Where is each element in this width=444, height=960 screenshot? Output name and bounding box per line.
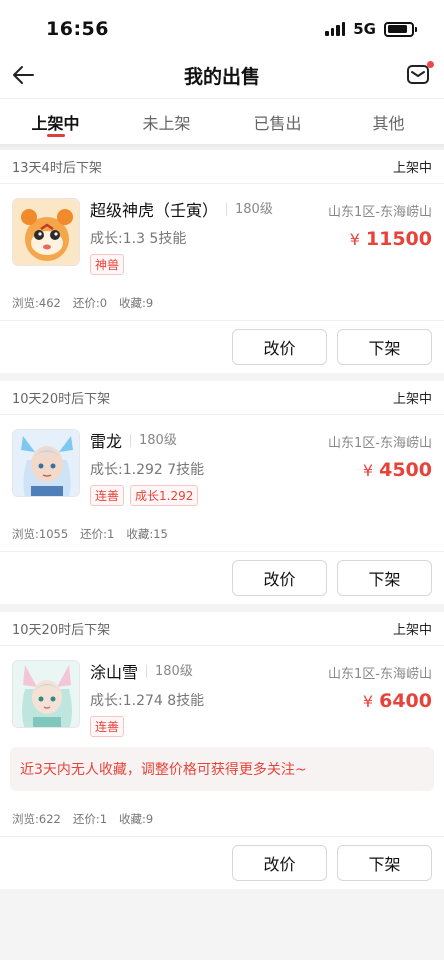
listing-info: 超级神虎（壬寅） 180级 山东1区-东海崂山 成长:1.3 5技能 ¥1150… bbox=[90, 198, 432, 275]
listing-item[interactable]: 超级神虎（壬寅） 180级 山东1区-东海崂山 成长:1.3 5技能 ¥1150… bbox=[0, 184, 444, 275]
listing-card: 10天20时后下架 上架中 雷龙 180级 山东1区-东海崂山 成长:1.292… bbox=[0, 381, 444, 604]
tab-other[interactable]: 其他 bbox=[333, 99, 444, 144]
listing-actions: 改价 下架 bbox=[0, 321, 444, 373]
tag: 连善 bbox=[90, 716, 125, 737]
favorite-count: 收藏:15 bbox=[126, 526, 168, 541]
listing-status: 上架中 bbox=[392, 161, 432, 176]
listing-item[interactable]: 雷龙 180级 山东1区-东海崂山 成长:1.292 7技能 ¥4500 连善 … bbox=[0, 415, 444, 506]
tag-list: 神兽 bbox=[90, 254, 432, 275]
back-button[interactable] bbox=[8, 60, 38, 90]
tag-list: 连善 bbox=[90, 716, 432, 737]
listing-status: 上架中 bbox=[392, 623, 432, 638]
pet-thumbnail bbox=[12, 429, 80, 497]
currency-symbol: ¥ bbox=[349, 230, 360, 249]
pet-name: 雷龙 bbox=[90, 432, 123, 451]
delist-countdown: 13天4时后下架 bbox=[12, 161, 102, 176]
pet-level: 180级 bbox=[146, 664, 193, 678]
tab-not-listed[interactable]: 未上架 bbox=[111, 99, 222, 144]
view-count: 浏览:622 bbox=[12, 811, 61, 826]
bargain-count: 还价:1 bbox=[72, 811, 108, 826]
delist-button[interactable]: 下架 bbox=[337, 560, 432, 596]
listing-item[interactable]: 涂山雪 180级 山东1区-东海崂山 成长:1.274 8技能 ¥6400 连善 bbox=[0, 646, 444, 737]
tag-list: 连善 成长1.292 bbox=[90, 485, 432, 506]
page-title: 我的出售 bbox=[183, 66, 260, 88]
tab-label: 已售出 bbox=[253, 114, 302, 133]
currency-symbol: ¥ bbox=[362, 692, 374, 711]
tab-label: 其他 bbox=[372, 114, 405, 133]
listing-status: 上架中 bbox=[392, 392, 432, 407]
listing-info: 涂山雪 180级 山东1区-东海崂山 成长:1.274 8技能 ¥6400 连善 bbox=[90, 660, 432, 737]
currency-symbol: ¥ bbox=[362, 461, 374, 480]
dragon-pet-image bbox=[13, 430, 79, 496]
pet-thumbnail bbox=[12, 660, 80, 728]
server-name: 山东1区-东海崂山 bbox=[328, 436, 432, 451]
listing-header: 10天20时后下架 上架中 bbox=[0, 381, 444, 415]
change-price-button[interactable]: 改价 bbox=[232, 560, 327, 596]
network-label: 5G bbox=[353, 20, 376, 38]
unread-dot bbox=[427, 61, 434, 68]
price: ¥11500 bbox=[350, 228, 432, 250]
price-value: 11500 bbox=[365, 228, 432, 250]
change-price-button[interactable]: 改价 bbox=[232, 329, 327, 365]
active-tab-indicator bbox=[46, 134, 65, 137]
change-price-button[interactable]: 改价 bbox=[232, 845, 327, 881]
tag: 神兽 bbox=[90, 254, 125, 275]
pet-thumbnail bbox=[12, 198, 80, 266]
bargain-count: 还价:0 bbox=[72, 295, 108, 310]
price-value: 4500 bbox=[379, 459, 432, 481]
price-value: 6400 bbox=[379, 690, 432, 712]
tab-label: 上架中 bbox=[31, 114, 80, 133]
tab-on-sale[interactable]: 上架中 bbox=[0, 99, 111, 144]
nav-bar: 我的出售 bbox=[0, 52, 444, 98]
tag: 连善 bbox=[90, 485, 125, 506]
status-bar: 16:56 5G bbox=[0, 0, 444, 52]
battery-icon bbox=[384, 21, 417, 37]
view-count: 浏览:1055 bbox=[12, 526, 69, 541]
tag: 成长1.292 bbox=[130, 485, 199, 506]
listing-card: 10天20时后下架 上架中 涂山雪 180级 山东1区-东海崂山 成长:1.27… bbox=[0, 612, 444, 889]
listing-header: 13天4时后下架 上架中 bbox=[0, 150, 444, 184]
view-count: 浏览:462 bbox=[12, 295, 61, 310]
listing-header: 10天20时后下架 上架中 bbox=[0, 612, 444, 646]
status-indicators: 5G bbox=[325, 20, 417, 38]
delist-countdown: 10天20时后下架 bbox=[12, 392, 111, 407]
price-tip-banner: 近3天内无人收藏，调整价格可获得更多关注~ bbox=[10, 747, 434, 791]
pet-name: 涂山雪 bbox=[90, 663, 139, 682]
listing-metrics: 浏览:622 还价:1 收藏:9 bbox=[0, 801, 444, 837]
listing-actions: 改价 下架 bbox=[0, 552, 444, 604]
message-button[interactable] bbox=[406, 61, 434, 89]
tab-label: 未上架 bbox=[142, 114, 191, 133]
fox-spirit-pet-image bbox=[13, 661, 79, 727]
price: ¥4500 bbox=[363, 459, 432, 481]
favorite-count: 收藏:9 bbox=[119, 295, 154, 310]
listing-metrics: 浏览:462 还价:0 收藏:9 bbox=[0, 285, 444, 321]
signal-icon bbox=[325, 22, 346, 36]
tab-sold[interactable]: 已售出 bbox=[222, 99, 333, 144]
listing-info: 雷龙 180级 山东1区-东海崂山 成长:1.292 7技能 ¥4500 连善 … bbox=[90, 429, 432, 506]
status-time: 16:56 bbox=[46, 18, 109, 40]
tiger-pet-image bbox=[13, 199, 79, 265]
server-name: 山东1区-东海崂山 bbox=[328, 205, 432, 220]
listing-metrics: 浏览:1055 还价:1 收藏:15 bbox=[0, 516, 444, 552]
tab-bar: 上架中 未上架 已售出 其他 bbox=[0, 98, 444, 144]
favorite-count: 收藏:9 bbox=[119, 811, 154, 826]
delist-button[interactable]: 下架 bbox=[337, 845, 432, 881]
listing-actions: 改价 下架 bbox=[0, 837, 444, 889]
listing-card: 13天4时后下架 上架中 超级神虎（壬寅） 180级 山东1区-东海崂山 成长:… bbox=[0, 150, 444, 373]
price: ¥6400 bbox=[363, 690, 432, 712]
delist-countdown: 10天20时后下架 bbox=[12, 623, 111, 638]
pet-level: 180级 bbox=[130, 433, 177, 447]
pet-name: 超级神虎（壬寅） bbox=[90, 201, 219, 220]
delist-button[interactable]: 下架 bbox=[337, 329, 432, 365]
bargain-count: 还价:1 bbox=[80, 526, 115, 541]
server-name: 山东1区-东海崂山 bbox=[328, 667, 432, 682]
pet-level: 180级 bbox=[226, 202, 273, 216]
arrow-left-icon bbox=[13, 66, 34, 84]
